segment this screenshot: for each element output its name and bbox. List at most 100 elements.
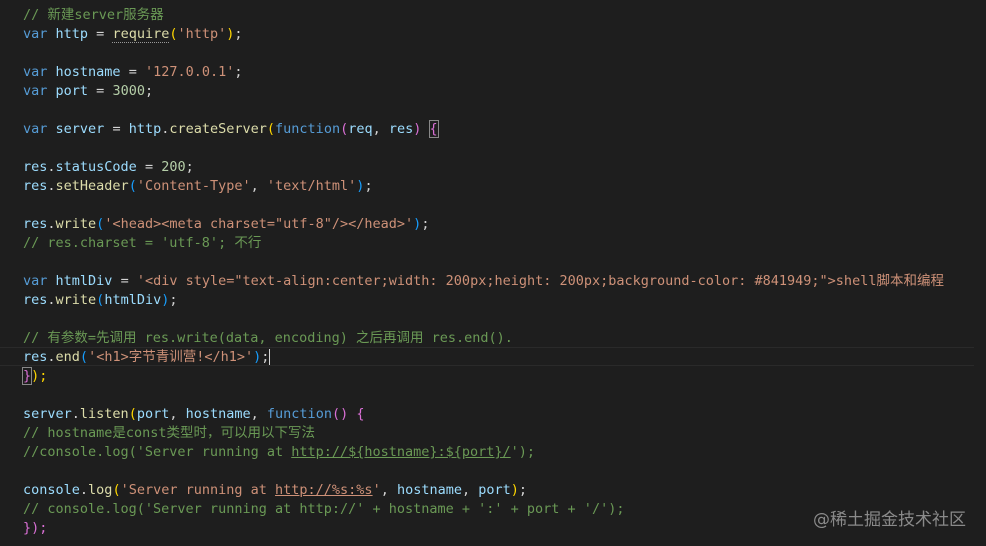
code-line-9[interactable]: // res.charset = 'utf-8'; 不行	[23, 234, 261, 253]
code-line-2[interactable]: var http = require('http');	[23, 25, 243, 44]
code-line-12[interactable]: // 有参数=先调用 res.write(data, encoding) 之后再…	[23, 329, 513, 348]
comment-text: // hostname是const类型时，可以用以下写法	[23, 425, 316, 441]
function-name: log	[88, 482, 113, 498]
object-name: console	[23, 482, 80, 498]
comma: ,	[462, 482, 479, 498]
text-cursor	[269, 349, 271, 365]
code-line-17[interactable]: //console.log('Server running at http://…	[23, 443, 535, 462]
comment-text: //console.log('Server running at	[23, 444, 292, 460]
number-literal: 200	[161, 159, 186, 175]
comma: ,	[372, 121, 389, 137]
semicolon: ;	[364, 178, 373, 194]
code-line-19[interactable]: // console.log('Server running at http:/…	[23, 500, 624, 519]
string-link[interactable]: http://%s:%s	[275, 482, 373, 498]
argument: hostname	[396, 482, 462, 498]
string-literal: 'Server running at	[120, 482, 276, 498]
operator: =	[120, 64, 145, 80]
comment-text: // res.charset = 'utf-8'; 不行	[23, 235, 262, 251]
paren: (	[128, 178, 137, 194]
property: statusCode	[55, 159, 137, 175]
code-line-1[interactable]: // 新建server服务器	[23, 6, 164, 25]
dot: .	[47, 292, 56, 308]
code-line-6[interactable]: res.statusCode = 200;	[23, 158, 194, 177]
code-line-7[interactable]: res.setHeader('Content-Type', 'text/html…	[23, 177, 373, 196]
keyword: function	[266, 406, 332, 422]
operator: =	[136, 159, 162, 175]
identifier: port	[55, 83, 89, 99]
operator: =	[112, 273, 137, 289]
keyword: var	[23, 83, 48, 99]
operator: =	[104, 121, 129, 137]
semicolon: ;	[234, 64, 243, 80]
code-line-3[interactable]: var hostname = '127.0.0.1';	[23, 63, 243, 82]
semicolon: ;	[234, 26, 243, 42]
code-line-8[interactable]: res.write('<head><meta charset="utf-8"/>…	[23, 215, 429, 234]
string-literal: '<h1>字节青训营!</h1>'	[88, 349, 254, 365]
argument: htmlDiv	[104, 292, 162, 308]
comment-link[interactable]: http://${hostname}:${port}/	[291, 444, 510, 460]
operator: =	[88, 26, 113, 42]
object-name: res	[23, 292, 48, 308]
paren: (	[340, 121, 349, 137]
code-line-15[interactable]: server.listen(port, hostname, function()…	[23, 405, 364, 424]
object-name: res	[23, 216, 48, 232]
code-line-14[interactable]: });	[21, 367, 48, 386]
code-line-16[interactable]: // hostname是const类型时，可以用以下写法	[23, 424, 315, 443]
code-line-20[interactable]: });	[23, 519, 47, 538]
semicolon: ;	[144, 83, 154, 99]
comma: ,	[250, 178, 267, 194]
comment-text: // 新建server服务器	[23, 7, 164, 23]
function-name: end	[55, 349, 80, 365]
function-name: write	[55, 292, 97, 308]
closing-braces: });	[23, 520, 48, 536]
identifier: hostname	[55, 64, 121, 80]
string-literal: '	[372, 482, 381, 498]
code-line-18[interactable]: console.log('Server running at http://%s…	[23, 481, 527, 500]
string-literal: '<div style="text-align:center;width: 20…	[136, 273, 944, 289]
semicolon: ;	[261, 349, 270, 365]
closing-paren: );	[31, 368, 48, 384]
function-name: require	[112, 26, 170, 43]
function-name: createServer	[169, 121, 267, 137]
argument: port	[136, 406, 170, 422]
param: req	[348, 121, 373, 137]
brace-open: {	[428, 120, 439, 138]
vertical-scrollbar[interactable]	[974, 0, 986, 546]
string-literal: 'text/html'	[266, 178, 357, 194]
paren: ()	[331, 406, 349, 422]
dot: .	[47, 159, 56, 175]
function-name: write	[55, 216, 97, 232]
dot: .	[71, 406, 80, 422]
brace-close: }	[21, 367, 33, 385]
string-literal: '127.0.0.1'	[144, 64, 235, 80]
code-line-13[interactable]: res.end('<h1>字节青训营!</h1>');	[23, 348, 271, 367]
dot: .	[47, 349, 56, 365]
paren: )	[413, 121, 422, 137]
string-literal: 'Content-Type'	[136, 178, 251, 194]
number-literal: 3000	[112, 83, 145, 99]
code-line-10[interactable]: var htmlDiv = '<div style="text-align:ce…	[23, 272, 944, 291]
code-line-5[interactable]: var server = http.createServer(function(…	[23, 120, 439, 139]
argument: hostname	[185, 406, 251, 422]
comment-text: // console.log('Server running at http:/…	[23, 501, 625, 517]
code-line-4[interactable]: var port = 3000;	[23, 82, 153, 101]
semicolon: ;	[421, 216, 430, 232]
comment-text: ');	[510, 444, 536, 460]
dot: .	[47, 216, 56, 232]
paren: (	[112, 482, 121, 498]
semicolon: ;	[518, 482, 528, 498]
semicolon: ;	[169, 292, 178, 308]
paren: (	[128, 406, 137, 422]
code-editor[interactable]: // 新建server服务器 var http = require('http'…	[0, 0, 986, 546]
identifier: server	[55, 121, 105, 137]
brace-open: {	[348, 406, 365, 422]
comma: ,	[250, 406, 267, 422]
paren: (	[79, 349, 89, 365]
object-name: res	[23, 349, 48, 365]
paren: )	[510, 482, 519, 498]
code-line-11[interactable]: res.write(htmlDiv);	[23, 291, 178, 310]
object-name: res	[23, 159, 48, 175]
watermark-text: @稀土掘金技术社区	[813, 510, 966, 530]
object-name: res	[23, 178, 48, 194]
keyword: var	[23, 273, 48, 289]
